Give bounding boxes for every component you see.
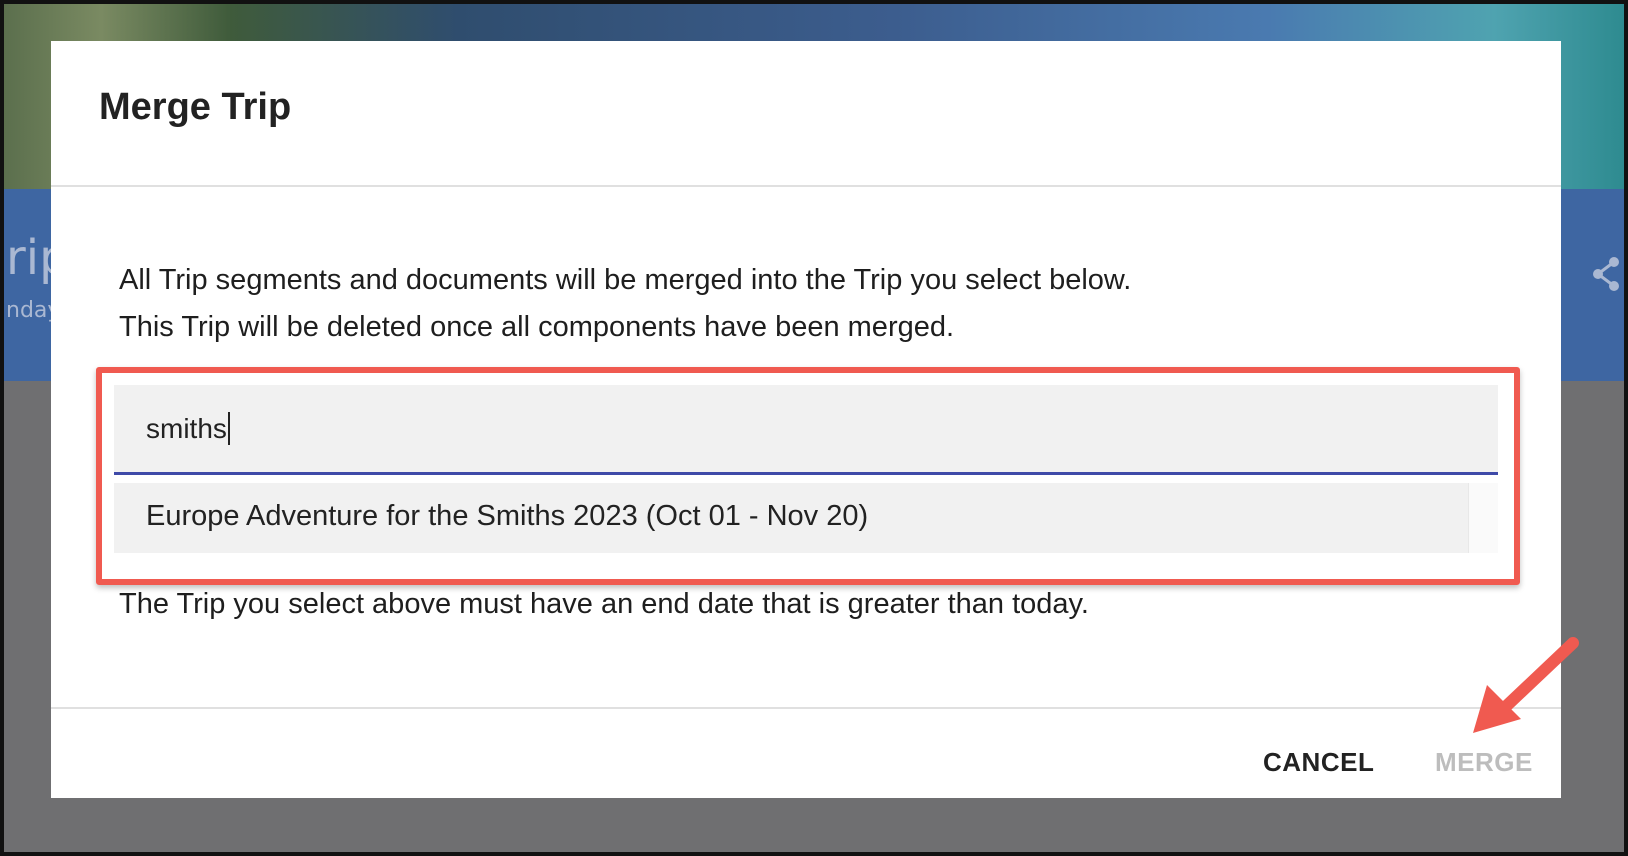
description-line-1: All Trip segments and documents will be … bbox=[119, 264, 1132, 296]
dialog-title: Merge Trip bbox=[99, 86, 292, 128]
arrow-icon bbox=[1473, 637, 1579, 733]
share-icon bbox=[1593, 257, 1619, 291]
merge-button[interactable]: MERGE bbox=[1435, 747, 1533, 778]
autocomplete-option[interactable]: Europe Adventure for the Smiths 2023 (Oc… bbox=[114, 483, 1468, 553]
end-date-note: The Trip you select above must have an e… bbox=[119, 588, 1089, 620]
merge-trip-dialog: Merge Trip All Trip segments and documen… bbox=[51, 41, 1561, 798]
cancel-button[interactable]: CANCEL bbox=[1263, 747, 1374, 778]
search-input-value[interactable]: smiths bbox=[146, 413, 227, 445]
autocomplete-list: Europe Adventure for the Smiths 2023 (Oc… bbox=[114, 483, 1498, 553]
header-divider bbox=[51, 185, 1561, 187]
autocomplete-option-label: Europe Adventure for the Smiths 2023 (Oc… bbox=[146, 500, 869, 532]
text-caret bbox=[228, 412, 230, 445]
footer-divider bbox=[51, 707, 1561, 709]
description-line-2: This Trip will be deleted once all compo… bbox=[119, 311, 955, 343]
trip-search-input[interactable]: smiths bbox=[114, 385, 1498, 475]
autocomplete-scrollbar[interactable] bbox=[1468, 483, 1498, 553]
